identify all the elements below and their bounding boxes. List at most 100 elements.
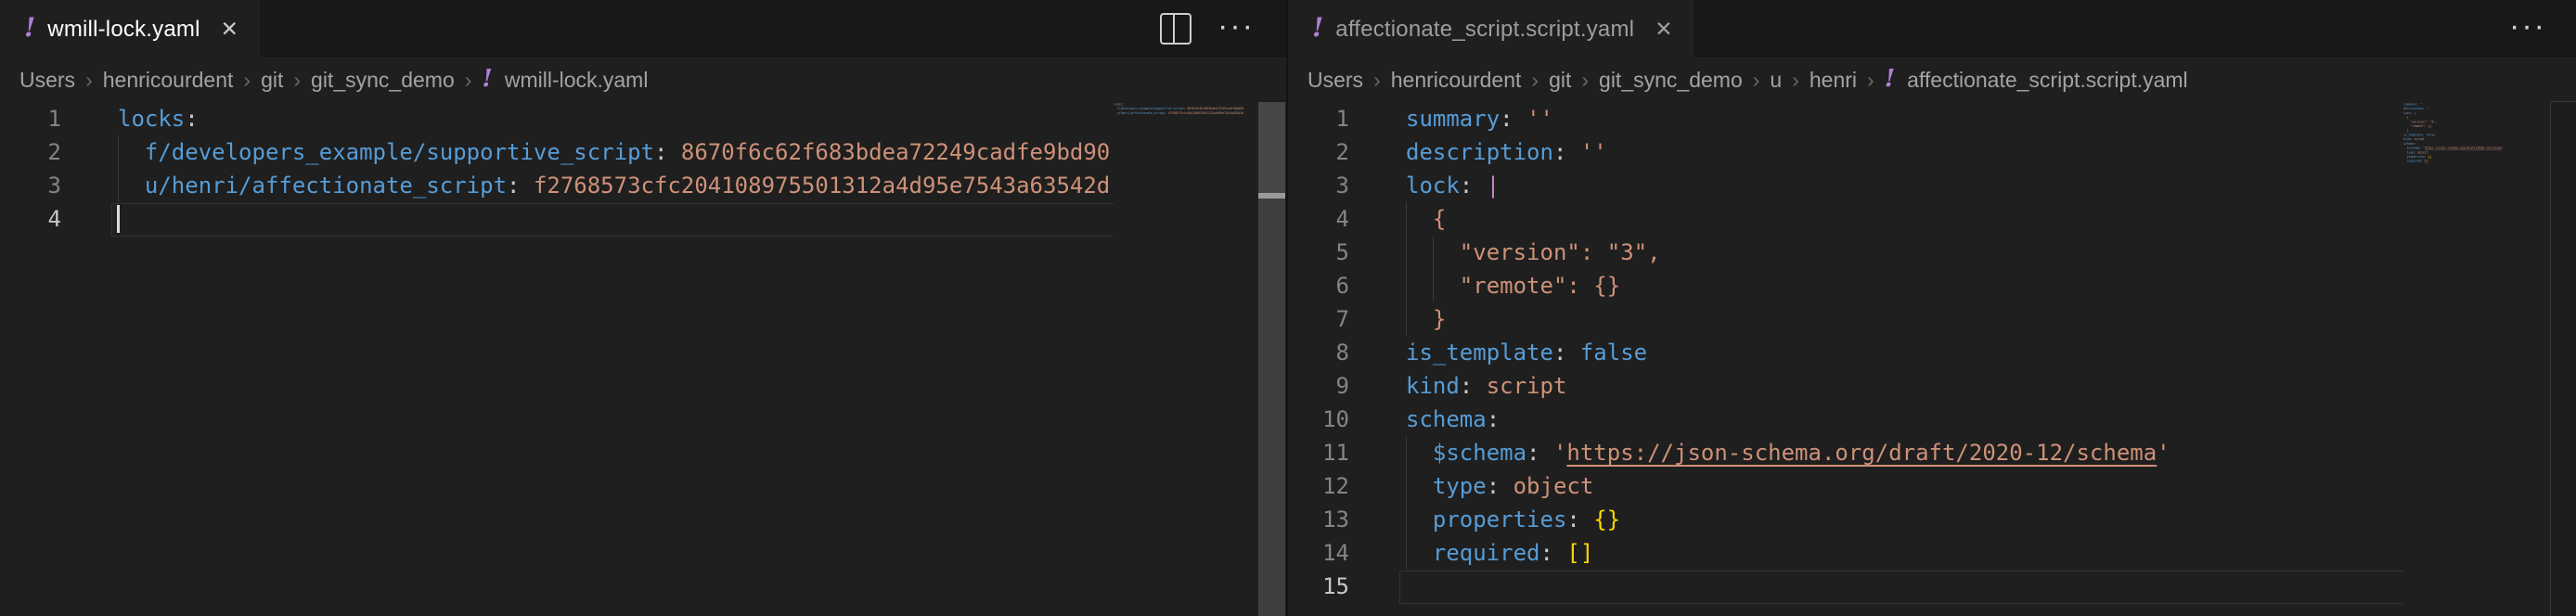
- editor-surface[interactable]: 1locks:2 f/developers_example/supportive…: [0, 102, 1286, 616]
- indent-guide: [118, 169, 119, 202]
- editor-group-right: ! affectionate_script.script.yaml ✕ ··· …: [1286, 0, 2576, 616]
- yaml-file-icon: !: [1312, 15, 1323, 41]
- code-line-3: 3 u/henri/affectionate_script: f2768573c…: [0, 169, 1286, 202]
- breadcrumb: Users›henricourdent›git›git_sync_demo›!w…: [0, 58, 1286, 102]
- breadcrumb-file[interactable]: affectionate_script.script.yaml: [1907, 68, 2188, 93]
- line-number: 13: [1288, 503, 1349, 536]
- code-line-6: 6 "remote": {}: [1288, 269, 2576, 302]
- code-line-14: 14 required: []: [1288, 536, 2576, 570]
- breadcrumb-separator-icon: ›: [465, 68, 472, 93]
- editor-surface[interactable]: 1summary: ''2description: ''3lock: |4 {5…: [1288, 102, 2576, 616]
- code-line-1: 1summary: '': [1288, 102, 2576, 135]
- code-line-15: 15: [1288, 570, 2576, 603]
- line-number: 11: [1288, 436, 1349, 469]
- line-number: 1: [1288, 102, 1349, 135]
- code-area: 1summary: ''2description: ''3lock: |4 {5…: [1288, 102, 2576, 603]
- more-actions-icon[interactable]: ···: [1217, 10, 1255, 42]
- code-line-13: 13 properties: {}: [1288, 503, 2576, 536]
- breadcrumb-separator-icon: ›: [243, 68, 251, 93]
- breadcrumb-item-u[interactable]: u: [1770, 68, 1782, 93]
- code-line-9: 9kind: script: [1288, 369, 2576, 403]
- tab-strip-filler: [260, 0, 1151, 58]
- tab-bar-left: ! wmill-lock.yaml ✕ ···: [0, 0, 1286, 58]
- split-editor-icon[interactable]: [1160, 13, 1191, 45]
- breadcrumb-separator-icon: ›: [1792, 68, 1799, 93]
- vscode-editor-window: ! wmill-lock.yaml ✕ ··· Users › henricourd…: [0, 0, 2576, 616]
- code-line-1: 1locks:: [0, 102, 1286, 135]
- vertical-scrollbar[interactable]: [1258, 102, 1285, 616]
- indent-guide: [1406, 536, 1407, 570]
- breadcrumb-item-git_sync_demo[interactable]: git_sync_demo: [1599, 68, 1743, 93]
- breadcrumb-separator-icon: ›: [1867, 68, 1874, 93]
- breadcrumb-file[interactable]: wmill-lock.yaml: [505, 68, 649, 93]
- breadcrumb-item-git[interactable]: git: [261, 68, 283, 93]
- close-tab-icon[interactable]: ✕: [1655, 19, 1672, 40]
- breadcrumb-item-henricourdent[interactable]: henricourdent: [103, 68, 234, 93]
- breadcrumb-item-Users[interactable]: Users: [1307, 68, 1363, 93]
- more-actions-icon[interactable]: ···: [2509, 10, 2546, 42]
- vertical-scrollbar[interactable]: [2550, 101, 2576, 616]
- tab-affectionate-script-yaml[interactable]: ! affectionate_script.script.yaml ✕: [1288, 0, 1694, 58]
- code-line-7: 7 }: [1288, 302, 2576, 336]
- text-cursor: [117, 205, 120, 233]
- indent-guide: [1406, 503, 1407, 536]
- code-line-10: 10schema:: [1288, 403, 2576, 436]
- line-number: 1: [0, 102, 61, 135]
- tab-wmill-lock-yaml[interactable]: ! wmill-lock.yaml ✕: [0, 0, 260, 58]
- minimap[interactable]: summary: ''description: ''lock: | { "ver…: [2403, 102, 2550, 616]
- indent-guide: [1406, 269, 1407, 302]
- code-line-3: 3lock: |: [1288, 169, 2576, 202]
- editor-actions: ···: [1151, 0, 1286, 58]
- breadcrumb-separator-icon: ›: [1581, 68, 1589, 93]
- indent-guide: [1433, 236, 1434, 269]
- breadcrumb-item-henri[interactable]: henri: [1810, 68, 1857, 93]
- code-line-5: 5 "version": "3",: [1288, 236, 2576, 269]
- tab-label: affectionate_script.script.yaml: [1335, 17, 1634, 43]
- line-number: 12: [1288, 469, 1349, 503]
- close-tab-icon[interactable]: ✕: [221, 19, 238, 40]
- code-line-4: 4: [0, 202, 1286, 236]
- breadcrumb: Users › henricourdent › git › git_sync_demo › u ›…: [1288, 58, 2576, 102]
- tab-strip-filler: [1694, 0, 2500, 58]
- breadcrumb-item-git[interactable]: git: [1549, 68, 1571, 93]
- editor-group-left: ! wmill-lock.yaml ✕ ··· Users › henricourd…: [0, 0, 1286, 616]
- code-line-12: 12 type: object: [1288, 469, 2576, 503]
- indent-guide: [1406, 236, 1407, 269]
- breadcrumb-item-git_sync_demo[interactable]: git_sync_demo: [311, 68, 455, 93]
- line-number: 14: [1288, 536, 1349, 570]
- tab-bar-right: ! affectionate_script.script.yaml ✕ ···: [1288, 0, 2576, 58]
- code-area: 1locks:2 f/developers_example/supportive…: [0, 102, 1286, 236]
- breadcrumb-separator-icon: ›: [293, 68, 301, 93]
- line-number: 6: [1288, 269, 1349, 302]
- indent-guide: [1433, 269, 1434, 302]
- yaml-file-icon: !: [482, 67, 492, 91]
- yaml-file-icon: !: [1885, 67, 1895, 91]
- breadcrumb-item-Users[interactable]: Users: [19, 68, 75, 93]
- line-number: 15: [1288, 570, 1349, 603]
- line-number: 2: [0, 135, 61, 169]
- overview-ruler-cursor-marker: [1258, 193, 1285, 199]
- line-number: 7: [1288, 302, 1349, 336]
- minimap-content: summary: ''description: ''lock: | { "ver…: [2403, 102, 2550, 168]
- line-number: 4: [1288, 202, 1349, 236]
- indent-guide: [118, 135, 119, 169]
- code-line-8: 8is_template: false: [1288, 336, 2576, 369]
- code-line-2: 2 f/developers_example/supportive_script…: [0, 135, 1286, 169]
- tab-label: wmill-lock.yaml: [47, 17, 200, 43]
- breadcrumb-item-henricourdent[interactable]: henricourdent: [1391, 68, 1522, 93]
- code-line-4: 4 {: [1288, 202, 2576, 236]
- scrollbar-thumb[interactable]: [1258, 102, 1285, 193]
- line-number: 10: [1288, 403, 1349, 436]
- breadcrumb-separator-icon: ›: [1531, 68, 1539, 93]
- indent-guide: [1406, 469, 1407, 503]
- minimap-content: locks: f/developers_example/supportive_s…: [1114, 102, 1258, 120]
- code-line-2: 2description: '': [1288, 135, 2576, 169]
- minimap[interactable]: locks: f/developers_example/supportive_s…: [1114, 102, 1258, 616]
- editor-actions: ···: [2500, 0, 2576, 58]
- line-number: 5: [1288, 236, 1349, 269]
- line-number: 3: [0, 169, 61, 202]
- code-line-11: 11 $schema: 'https://json-schema.org/dra…: [1288, 436, 2576, 469]
- indent-guide: [1406, 302, 1407, 336]
- line-number: 4: [0, 202, 61, 236]
- breadcrumb-separator-icon: ›: [1373, 68, 1381, 93]
